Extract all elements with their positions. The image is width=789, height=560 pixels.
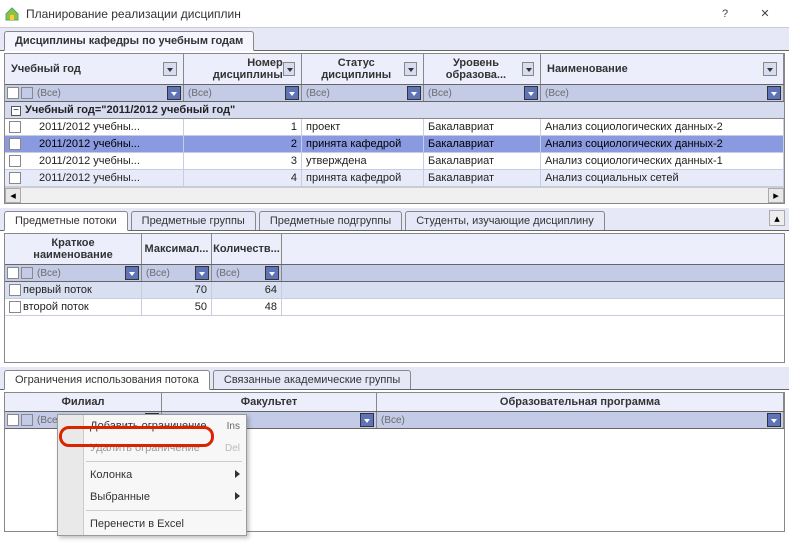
scroll-left-icon[interactable]: ◂ bbox=[5, 188, 21, 203]
col-level[interactable]: Уровень образова... bbox=[424, 54, 541, 84]
menu-column[interactable]: Колонка bbox=[58, 464, 246, 486]
table-row[interactable]: первый поток 70 64 bbox=[5, 282, 784, 299]
col-number[interactable]: Номер дисциплины bbox=[184, 54, 302, 84]
filter-status[interactable]: (Все) bbox=[302, 85, 424, 101]
table-row[interactable]: 2011/2012 учебны... 3 утверждена Бакалав… bbox=[5, 153, 784, 170]
submenu-arrow-icon bbox=[235, 491, 240, 503]
col-program[interactable]: Образовательная программа bbox=[377, 393, 784, 411]
filter-mode-icon[interactable] bbox=[21, 87, 33, 99]
close-button[interactable]: ✕ bbox=[745, 0, 785, 28]
constraints-tab-bar: Ограничения использования потока Связанн… bbox=[0, 367, 789, 390]
filter-dropdown-icon[interactable] bbox=[767, 86, 781, 100]
col-shortname[interactable]: Краткое наименование bbox=[5, 234, 142, 264]
checkbox-icon[interactable] bbox=[7, 267, 19, 279]
filter-dropdown-icon[interactable] bbox=[125, 266, 139, 280]
filter-program[interactable]: (Все) bbox=[377, 412, 784, 428]
grid-body: 2011/2012 учебны... 1 проект Бакалавриат… bbox=[5, 119, 784, 187]
row-checkbox[interactable] bbox=[9, 172, 21, 184]
titlebar: Планирование реализации дисциплин ? ✕ bbox=[0, 0, 789, 28]
filter-mode-icon[interactable] bbox=[21, 414, 33, 426]
streams-grid: Краткое наименование Максимал... Количес… bbox=[4, 233, 785, 363]
filter-mode-icon[interactable] bbox=[21, 267, 33, 279]
table-row[interactable]: 2011/2012 учебны... 1 проект Бакалавриат… bbox=[5, 119, 784, 136]
grid-header: Учебный год Номер дисциплины Статус дисц… bbox=[5, 54, 784, 85]
filter-dropdown-icon[interactable] bbox=[360, 413, 374, 427]
col-max[interactable]: Максимал... bbox=[142, 234, 212, 264]
tab-groups[interactable]: Предметные группы bbox=[131, 211, 256, 230]
checkbox-icon[interactable] bbox=[7, 414, 19, 426]
dropdown-icon[interactable] bbox=[404, 62, 417, 76]
filter-dropdown-icon[interactable] bbox=[524, 86, 538, 100]
main-tab-bar: Дисциплины кафедры по учебным годам bbox=[0, 28, 789, 51]
filter-count[interactable]: (Все) bbox=[212, 265, 282, 281]
streams-tab-bar: Предметные потоки Предметные группы Пред… bbox=[0, 208, 789, 231]
horizontal-scrollbar[interactable]: ◂ ▸ bbox=[5, 187, 784, 203]
menu-selected[interactable]: Выбранные bbox=[58, 486, 246, 508]
row-checkbox[interactable] bbox=[9, 138, 21, 150]
collapse-icon[interactable]: − bbox=[11, 106, 21, 116]
menu-add-constraint[interactable]: Добавить ограничениеIns bbox=[58, 415, 246, 437]
table-row[interactable]: второй поток 50 48 bbox=[5, 299, 784, 316]
col-name[interactable]: Наименование bbox=[541, 54, 784, 84]
row-checkbox[interactable] bbox=[9, 121, 21, 133]
grid-filter-row: (Все) (Все) (Все) (Все) (Все) bbox=[5, 85, 784, 102]
filter-dropdown-icon[interactable] bbox=[767, 413, 781, 427]
dropdown-icon[interactable] bbox=[283, 62, 295, 76]
checkbox-icon[interactable] bbox=[7, 87, 19, 99]
help-button[interactable]: ? bbox=[705, 0, 745, 28]
dropdown-icon[interactable] bbox=[163, 62, 177, 76]
window-title: Планирование реализации дисциплин bbox=[26, 7, 705, 21]
menu-separator bbox=[86, 461, 242, 462]
filter-dropdown-icon[interactable] bbox=[195, 266, 209, 280]
row-checkbox[interactable] bbox=[9, 155, 21, 167]
col-count[interactable]: Количеств... bbox=[212, 234, 282, 264]
filter-dropdown-icon[interactable] bbox=[285, 86, 299, 100]
tab-streams[interactable]: Предметные потоки bbox=[4, 211, 128, 231]
submenu-arrow-icon bbox=[235, 469, 240, 481]
tab-students[interactable]: Студенты, изучающие дисциплину bbox=[405, 211, 605, 230]
filter-max[interactable]: (Все) bbox=[142, 265, 212, 281]
filter-year[interactable]: (Все) bbox=[5, 85, 184, 101]
disciplines-grid: Учебный год Номер дисциплины Статус дисц… bbox=[4, 53, 785, 204]
app-icon bbox=[4, 6, 20, 22]
tab-disciplines[interactable]: Дисциплины кафедры по учебным годам bbox=[4, 31, 254, 51]
table-row[interactable]: 2011/2012 учебны... 2 принята кафедрой Б… bbox=[5, 136, 784, 153]
filter-level[interactable]: (Все) bbox=[424, 85, 541, 101]
menu-export-excel[interactable]: Перенести в Excel bbox=[58, 513, 246, 535]
scroll-right-icon[interactable]: ▸ bbox=[768, 188, 784, 203]
row-checkbox[interactable] bbox=[9, 284, 21, 296]
filter-dropdown-icon[interactable] bbox=[167, 86, 181, 100]
row-checkbox[interactable] bbox=[9, 301, 21, 313]
scroll-up-icon[interactable]: ▴ bbox=[769, 210, 785, 226]
col-branch[interactable]: Филиал bbox=[5, 393, 162, 411]
filter-dropdown-icon[interactable] bbox=[265, 266, 279, 280]
table-row[interactable]: 2011/2012 учебны... 4 принята кафедрой Б… bbox=[5, 170, 784, 187]
dropdown-icon[interactable] bbox=[522, 62, 534, 76]
tab-subgroups[interactable]: Предметные подгруппы bbox=[259, 211, 402, 230]
tab-linked-groups[interactable]: Связанные академические группы bbox=[213, 370, 411, 389]
dropdown-icon[interactable] bbox=[763, 62, 777, 76]
filter-dropdown-icon[interactable] bbox=[407, 86, 421, 100]
filter-name[interactable]: (Все) bbox=[541, 85, 784, 101]
context-menu: Добавить ограничениеIns Удалить ограниче… bbox=[57, 414, 247, 536]
filter-number[interactable]: (Все) bbox=[184, 85, 302, 101]
group-row[interactable]: −Учебный год="2011/2012 учебный год" bbox=[5, 102, 784, 119]
filter-shortname[interactable]: (Все) bbox=[5, 265, 142, 281]
menu-separator bbox=[86, 510, 242, 511]
col-year[interactable]: Учебный год bbox=[5, 54, 184, 84]
col-faculty[interactable]: Факультет bbox=[162, 393, 377, 411]
tab-constraints[interactable]: Ограничения использования потока bbox=[4, 370, 210, 390]
col-status[interactable]: Статус дисциплины bbox=[302, 54, 424, 84]
menu-remove-constraint: Удалить ограничениеDel bbox=[58, 437, 246, 459]
